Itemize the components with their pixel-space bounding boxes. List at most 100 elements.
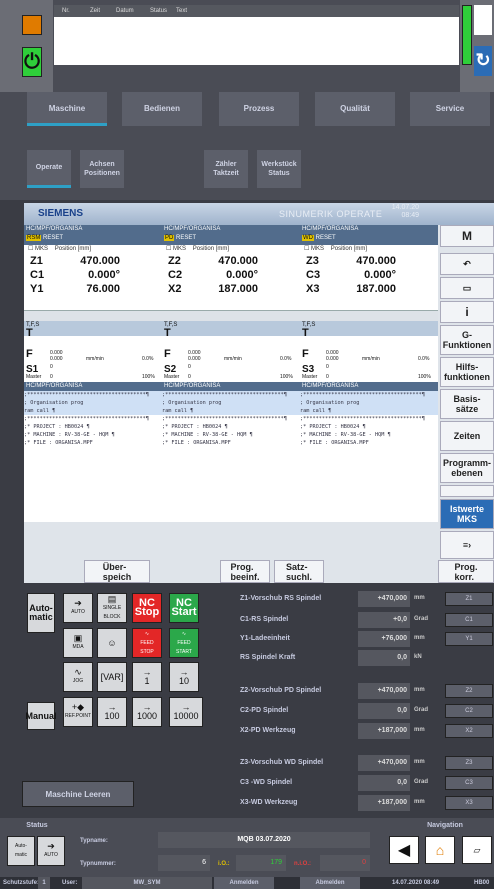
tab-prozess[interactable]: Prozess xyxy=(219,92,299,126)
position-panel: ☐ MKS Position [mm] Z2 470.000 C2 0.000° X2 1… xyxy=(162,245,300,311)
channel-reset: RESET xyxy=(315,235,336,241)
tab-maschine[interactable]: Maschine xyxy=(27,92,107,126)
bottom-softkeys: Über- speich Prog. beeinf. Satz- suchl. … xyxy=(24,560,494,583)
axis-select-button[interactable]: Z2 xyxy=(445,684,493,698)
program-line: ;* PROJECT : HB0024 ¶ xyxy=(24,424,90,430)
status-auto2-key[interactable]: ➔ AUTO xyxy=(37,836,65,866)
mda-key[interactable]: ▣ MDA xyxy=(63,628,93,658)
channel-header: HC/MPF/ORGANISA PD RESET xyxy=(162,225,300,245)
manual-mode-button[interactable]: Manual xyxy=(26,702,57,730)
softkey-g-funktionen[interactable]: G- Funktionen xyxy=(440,325,494,355)
nc-start-button[interactable]: NC Start xyxy=(169,593,199,623)
axis-value-label: X3-WD Werkzeug xyxy=(240,799,298,806)
incr-1-key[interactable]: → 1 xyxy=(132,662,162,692)
softkey-ueberspeich[interactable]: Über- speich xyxy=(84,560,150,583)
incr-10-key[interactable]: → 10 xyxy=(169,662,199,692)
subtab-achsen[interactable]: Achsen Positionen xyxy=(80,150,124,188)
bottom-info-bar: Schutzstufe: 1 User: MW_SYM Anmelden Abm… xyxy=(0,877,494,889)
home-icon[interactable]: ⌂ xyxy=(425,836,455,864)
incr-100-key[interactable]: → 100 xyxy=(97,697,127,727)
incr-10000-key[interactable]: → 10000 xyxy=(169,697,203,727)
refresh-icon[interactable]: ↻ xyxy=(474,46,492,76)
main-nav: Maschine Bedienen Prozess Qualität Servi… xyxy=(0,92,494,130)
next-icon[interactable]: ≡› xyxy=(440,531,494,559)
feed-start-button[interactable]: ∿ FEED START xyxy=(169,628,199,658)
machine-icon[interactable] xyxy=(474,5,492,35)
alarm-col-zeit: Zeit xyxy=(90,8,101,14)
softkey-zeiten[interactable]: Zeiten xyxy=(440,421,494,451)
display-icon[interactable]: ▭ xyxy=(440,277,494,299)
single-block-key[interactable]: ▤ SINGLE BLOCK xyxy=(97,593,127,623)
axis-select-button[interactable]: C3 xyxy=(445,776,493,790)
program-panel[interactable]: HC/MPF/ORGANISA ;************************… xyxy=(300,382,438,522)
tab-bedienen[interactable]: Bedienen xyxy=(122,92,202,126)
feed-stop-button[interactable]: ∿ FEED STOP xyxy=(132,628,162,658)
subtab-werkstueck[interactable]: Werkstück Status xyxy=(257,150,301,188)
program-line: ram call ¶ xyxy=(162,407,300,415)
nc-stop-button[interactable]: NC Stop xyxy=(132,593,162,623)
axis-value-unit: mm xyxy=(414,687,425,693)
axis-select-button[interactable]: Z3 xyxy=(445,756,493,770)
var-key[interactable]: [VAR] xyxy=(97,662,127,692)
axis-select-button[interactable]: C1 xyxy=(445,613,493,627)
ref-point-key[interactable]: +◆ REF.POINT xyxy=(63,697,93,727)
subtab-operate[interactable]: Operate xyxy=(27,150,71,188)
softkey-basissaetze[interactable]: Basis- sätze xyxy=(440,389,494,419)
machine-m-key[interactable]: M xyxy=(440,225,494,247)
sinumerik-hmi: SIEMENS SINUMERIK OPERATE 14.07.20 08:49 … xyxy=(24,203,494,583)
login-button[interactable]: Anmelden xyxy=(214,877,274,889)
undo-icon[interactable]: ↶ xyxy=(440,253,494,275)
axis-select-button[interactable]: X3 xyxy=(445,796,493,810)
print-icon[interactable]: ▱ xyxy=(462,836,492,864)
program-path: HC/MPF/ORGANISA xyxy=(162,382,300,391)
axis-value-field: 0,0 xyxy=(358,775,410,791)
softkey-empty[interactable] xyxy=(440,485,494,497)
subtab-zaehler[interactable]: Zähler Taktzeit xyxy=(204,150,248,188)
spindle-percent: 100% xyxy=(142,374,155,380)
logout-button[interactable]: Abmelden xyxy=(300,877,360,889)
key-label: FEED START xyxy=(176,639,192,655)
axis-select-button[interactable]: X2 xyxy=(445,724,493,738)
spindle-value: 0 xyxy=(50,364,53,370)
navigation-title: Navigation xyxy=(427,822,463,829)
schutz-value: 1 xyxy=(38,877,50,889)
axis-value-unit: Grad xyxy=(414,779,429,785)
power-button[interactable]: ⏻ xyxy=(22,47,42,77)
feed-percent: 0.0% xyxy=(142,356,154,362)
softkey-istwerte-mks[interactable]: Istwerte MKS xyxy=(440,499,494,529)
softkey-satzsuchl[interactable]: Satz- suchl. xyxy=(274,560,324,583)
tab-service[interactable]: Service xyxy=(410,92,490,126)
auto-mode-button[interactable]: Auto- matic xyxy=(27,593,55,633)
tab-qualitaet[interactable]: Qualität xyxy=(315,92,395,126)
datetime: 14.07.2020 08:49 xyxy=(392,880,440,886)
axis-value-row: C2-PD Spindel 0,0 Grad xyxy=(240,703,428,719)
softkey-prog-beeinf[interactable]: Prog. beeinf. xyxy=(220,560,270,583)
softkey-label: Satz- suchl. xyxy=(285,561,312,582)
status-auto-key[interactable]: Auto- matic xyxy=(7,836,35,866)
info-icon[interactable]: i xyxy=(440,301,494,323)
program-line: ; Organisation prog xyxy=(24,399,162,407)
jog-key[interactable]: ∿ JOG xyxy=(63,662,93,692)
softkey-hilfsfunktionen[interactable]: Hilfs- funktionen xyxy=(440,357,494,387)
softkey-prog-korr[interactable]: Prog. korr. xyxy=(438,560,494,583)
key-label: AUTO xyxy=(71,609,85,615)
channel-state: RSM RESET xyxy=(26,234,162,243)
position-panel: ☐ MKS Position [mm] Z3 470.000 C3 0.000° X3 1… xyxy=(300,245,438,311)
axis-value-unit: kN xyxy=(414,654,422,660)
axis-select-button[interactable]: Y1 xyxy=(445,632,493,646)
program-panel[interactable]: HC/MPF/ORGANISA ;************************… xyxy=(162,382,300,522)
axis-select-button[interactable]: Z1 xyxy=(445,592,493,606)
home-button[interactable] xyxy=(22,15,42,35)
axis-row: Y1 76.000 xyxy=(24,283,162,297)
spindle-icon[interactable]: ☺ xyxy=(97,628,127,658)
softkey-programmebenen[interactable]: Programm- ebenen xyxy=(440,453,494,483)
axis-row: X3 187.000 xyxy=(300,283,438,297)
axis-select-button[interactable]: C2 xyxy=(445,704,493,718)
maschine-leeren-button[interactable]: Maschine Leeren xyxy=(22,781,134,807)
program-panel[interactable]: HC/MPF/ORGANISA ;************************… xyxy=(24,382,162,522)
incr-1000-key[interactable]: → 1000 xyxy=(132,697,162,727)
auto-key[interactable]: ➔ AUTO xyxy=(63,593,93,623)
channel-3: HC/MPF/ORGANISA WD RESET ☐ MKS Position [… xyxy=(300,225,438,565)
feed-percent: 0.0% xyxy=(280,356,292,362)
back-icon[interactable]: ◀ xyxy=(389,836,419,864)
